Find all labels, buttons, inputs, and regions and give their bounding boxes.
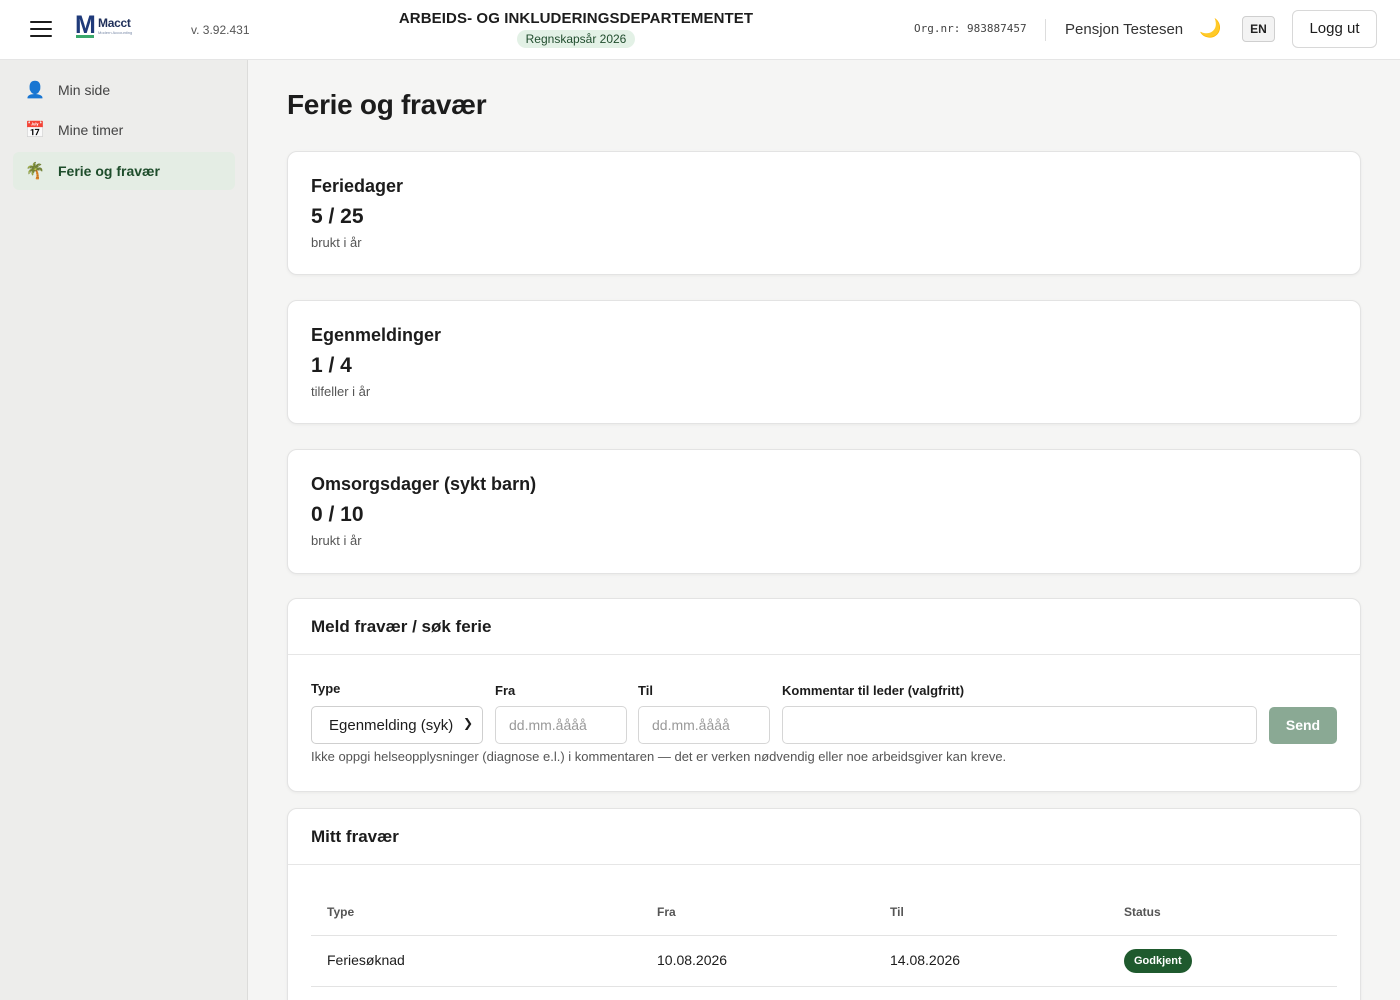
app-version: v. 3.92.431 xyxy=(191,23,250,37)
stat-card-omsorgsdager: Omsorgsdager (sykt barn) 0 / 10 brukt i … xyxy=(287,449,1361,574)
row-type: Feriesøknad xyxy=(327,952,405,968)
organization-info: ARBEIDS- OG INKLUDERINGSDEPARTEMENTET Re… xyxy=(376,10,776,48)
my-absence-card: Mitt fravær Type Fra Til Status Feriesøk… xyxy=(287,808,1361,1000)
user-icon: 👤 xyxy=(25,82,45,99)
stat-subtitle: brukt i år xyxy=(311,235,362,250)
status-badge: Godkjent xyxy=(1124,949,1192,973)
page-title: Ferie og fravær xyxy=(287,89,487,120)
stat-value: 5 / 25 xyxy=(311,205,364,228)
top-header: M Macct Modern Accounting v. 3.92.431 AR… xyxy=(0,0,1400,60)
sidebar-item-mine-timer[interactable]: 📅 Mine timer xyxy=(13,111,235,149)
table-row-divider xyxy=(311,986,1337,987)
palm-tree-icon: 🌴 xyxy=(25,163,45,180)
fiscal-year-badge: Regnskapsår 2026 xyxy=(516,30,636,48)
moon-icon[interactable]: 🌙 xyxy=(1199,18,1221,39)
menu-icon[interactable] xyxy=(30,21,52,37)
to-label: Til xyxy=(638,683,653,698)
comment-input[interactable] xyxy=(782,706,1257,744)
header-divider xyxy=(1045,19,1046,41)
stat-card-feriedager: Feriedager 5 / 25 brukt i år xyxy=(287,151,1361,275)
sidebar-item-label: Ferie og fravær xyxy=(58,163,160,179)
column-header-from[interactable]: Fra xyxy=(657,905,676,919)
absence-title: Mitt fravær xyxy=(311,827,399,846)
stat-subtitle: tilfeller i år xyxy=(311,384,371,399)
table-header-divider xyxy=(311,935,1337,936)
sidebar-item-label: Mine timer xyxy=(58,122,124,138)
sidebar-item-label: Min side xyxy=(58,82,111,98)
stat-title: Egenmeldinger xyxy=(311,325,442,345)
language-toggle-button[interactable]: EN xyxy=(1242,16,1275,42)
organization-name: ARBEIDS- OG INKLUDERINGSDEPARTEMENTET xyxy=(398,10,754,27)
comment-label: Kommentar til leder (valgfritt) xyxy=(782,683,965,698)
row-to: 14.08.2026 xyxy=(890,952,961,968)
stat-value: 1 / 4 xyxy=(311,354,352,377)
sidebar-item-min-side[interactable]: 👤 Min side xyxy=(13,71,235,109)
type-select[interactable]: Egenmelding (syk) ❯ xyxy=(311,706,483,744)
absence-request-form: Meld fravær / søk ferie Type Egenmelding… xyxy=(287,598,1361,792)
column-header-to[interactable]: Til xyxy=(890,905,904,919)
stat-subtitle: brukt i år xyxy=(311,533,362,548)
type-select-value: Egenmelding (syk) xyxy=(329,717,454,734)
column-header-type[interactable]: Type xyxy=(327,905,354,919)
logout-button[interactable]: Logg ut xyxy=(1292,10,1377,48)
from-date-placeholder: dd.mm.åååå xyxy=(509,717,587,733)
chevron-down-icon: ❯ xyxy=(462,716,473,730)
card-header: Mitt fravær xyxy=(288,809,1360,865)
stat-title: Omsorgsdager (sykt barn) xyxy=(311,474,537,494)
app-logo[interactable]: M Macct Modern Accounting xyxy=(75,11,145,39)
column-header-status[interactable]: Status xyxy=(1124,905,1161,919)
type-label: Type xyxy=(311,681,341,696)
sidebar: 👤 Min side 📅 Mine timer 🌴 Ferie og fravæ… xyxy=(0,60,248,1000)
sidebar-item-ferie-og-fravaer[interactable]: 🌴 Ferie og fravær xyxy=(13,152,235,190)
logo-subtitle: Modern Accounting xyxy=(98,30,133,35)
row-from: 10.08.2026 xyxy=(657,952,728,968)
to-date-placeholder: dd.mm.åååå xyxy=(652,717,730,733)
stat-card-egenmeldinger: Egenmeldinger 1 / 4 tilfeller i år xyxy=(287,300,1361,424)
logo-name: Macct xyxy=(98,16,131,30)
calendar-icon: 📅 xyxy=(25,122,45,139)
from-label: Fra xyxy=(495,683,516,698)
card-header: Meld fravær / søk ferie xyxy=(288,599,1360,655)
form-title: Meld fravær / søk ferie xyxy=(311,617,492,636)
health-info-hint: Ikke oppgi helseopplysninger (diagnose e… xyxy=(311,749,1007,764)
user-name: Pensjon Testesen xyxy=(1065,21,1184,38)
send-button[interactable]: Send xyxy=(1269,707,1337,744)
from-date-input[interactable]: dd.mm.åååå xyxy=(495,706,627,744)
org-number: Org.nr: 983887457 xyxy=(914,22,1027,35)
stat-title: Feriedager xyxy=(311,176,404,196)
to-date-input[interactable]: dd.mm.åååå xyxy=(638,706,770,744)
stat-value: 0 / 10 xyxy=(311,503,364,526)
